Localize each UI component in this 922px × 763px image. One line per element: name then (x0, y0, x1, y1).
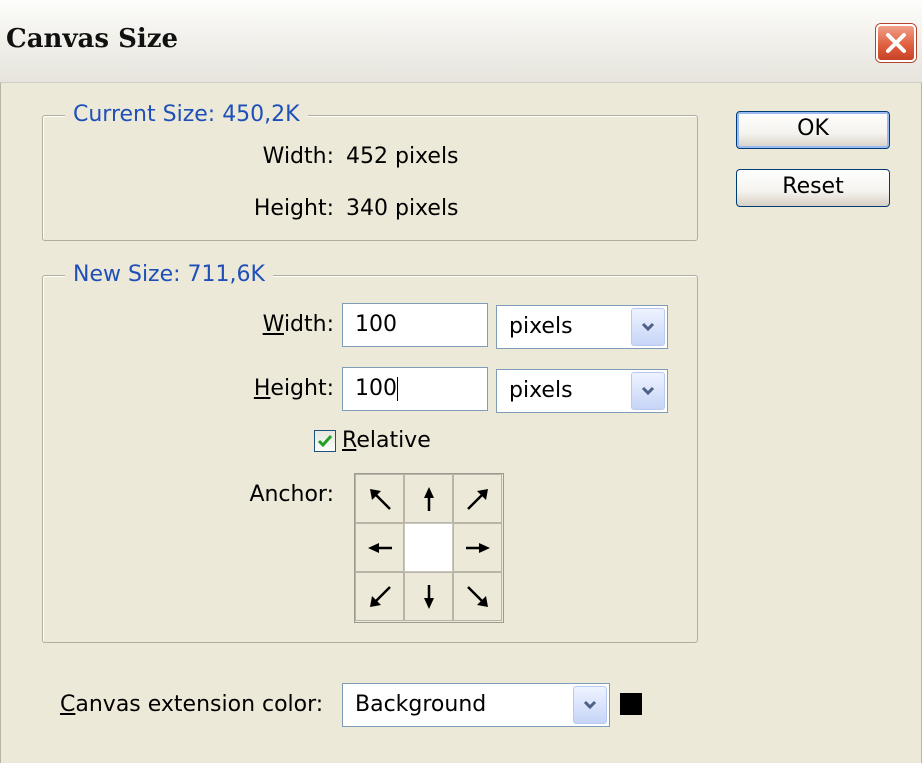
current-size-legend: Current Size: 450,2K (65, 101, 308, 129)
chevron-down-icon (641, 386, 655, 396)
arrow-right-icon (466, 543, 490, 553)
new-height-label: Height: (200, 375, 334, 403)
arrow-left-icon (368, 543, 392, 553)
anchor-top-right[interactable] (453, 474, 502, 523)
anchor-grid (354, 473, 504, 623)
anchor-center[interactable] (404, 523, 453, 572)
anchor-bottom[interactable] (404, 572, 453, 621)
extension-color-label-mnemonic: C (60, 692, 76, 717)
checkmark-icon (317, 435, 333, 448)
anchor-top-left[interactable] (355, 474, 404, 523)
new-height-label-mnemonic: H (253, 376, 271, 401)
dialog-body: Current Size: 450,2K Width: 452 pixels H… (0, 83, 922, 763)
width-unit-select[interactable]: pixels (496, 305, 668, 349)
arrow-down-icon (424, 585, 434, 609)
relative-label-rest: elative (356, 428, 431, 453)
height-unit-value: pixels (509, 378, 573, 403)
extension-color-label: Canvas extension color: (60, 691, 323, 719)
current-width-value: 452 pixels (346, 144, 459, 169)
arrow-up-left-icon (370, 489, 391, 510)
new-width-label: Width: (200, 311, 334, 339)
anchor-label: Anchor: (249, 482, 334, 507)
width-unit-value: pixels (509, 314, 573, 339)
extension-color-select[interactable]: Background (342, 683, 610, 727)
current-height-label: Height: (253, 196, 334, 221)
arrow-down-right-icon (467, 586, 488, 607)
relative-checkbox[interactable] (314, 430, 336, 452)
extension-color-value: Background (355, 692, 487, 717)
new-width-label-rest: idth: (283, 312, 334, 337)
current-height-value: 340 pixels (346, 196, 459, 221)
new-size-legend: New Size: 711,6K (65, 261, 273, 289)
window-title: Canvas Size (6, 24, 179, 54)
anchor-bottom-right[interactable] (453, 572, 502, 621)
new-height-input[interactable]: 100 (342, 367, 488, 411)
height-unit-dropdown-button[interactable] (631, 372, 665, 410)
current-width-label: Width: (262, 144, 334, 169)
arrow-down-left-icon (370, 586, 391, 607)
ok-button[interactable]: OK (736, 111, 890, 149)
chevron-down-icon (583, 700, 597, 710)
extension-color-label-rest: anvas extension color: (75, 692, 324, 717)
relative-label[interactable]: Relative (342, 427, 431, 455)
arrow-up-icon (424, 487, 434, 511)
height-unit-select[interactable]: pixels (496, 369, 668, 413)
anchor-bottom-left[interactable] (355, 572, 404, 621)
close-button[interactable] (876, 24, 916, 62)
chevron-down-icon (641, 322, 655, 332)
new-height-value: 100 (355, 376, 397, 401)
reset-button[interactable]: Reset (736, 169, 890, 207)
title-bar[interactable]: Canvas Size (0, 0, 922, 83)
new-width-label-mnemonic: W (262, 312, 284, 337)
new-width-input[interactable]: 100 (342, 303, 488, 347)
anchor-right[interactable] (453, 523, 502, 572)
new-height-label-rest: eight: (270, 376, 334, 401)
text-cursor (397, 377, 398, 401)
extension-color-dropdown-button[interactable] (573, 686, 607, 724)
arrow-up-right-icon (467, 489, 488, 510)
relative-label-mnemonic: R (342, 428, 357, 453)
extension-color-swatch[interactable] (620, 693, 642, 715)
anchor-top[interactable] (404, 474, 453, 523)
width-unit-dropdown-button[interactable] (631, 308, 665, 346)
close-icon (886, 33, 906, 53)
anchor-left[interactable] (355, 523, 404, 572)
